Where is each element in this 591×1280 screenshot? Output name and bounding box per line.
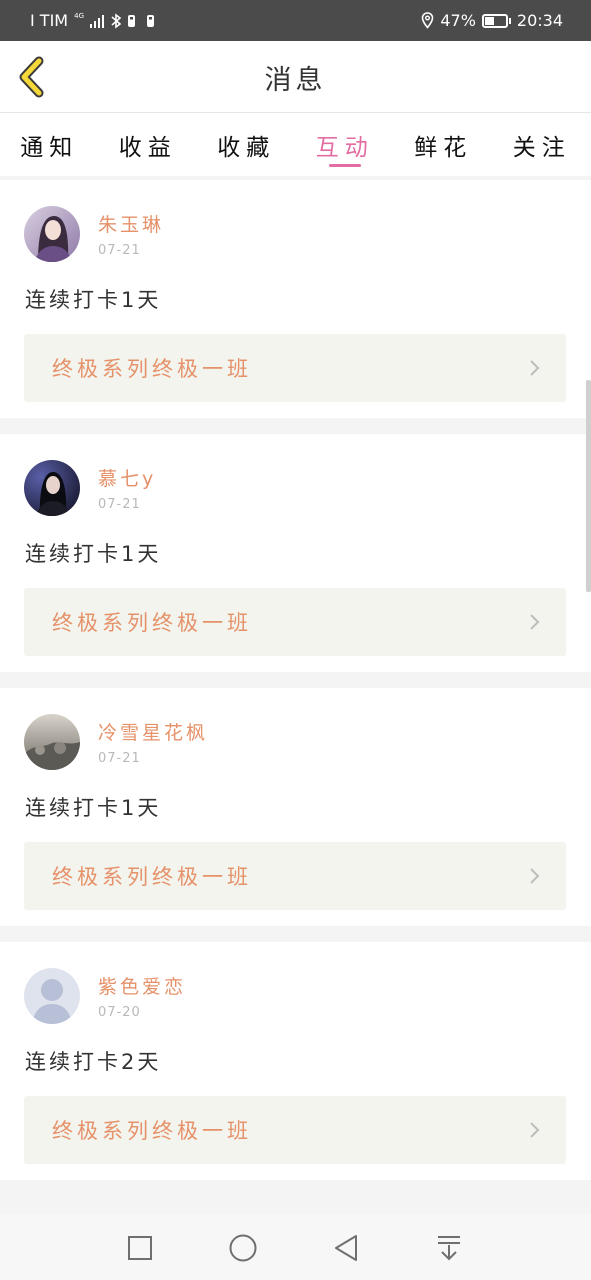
username[interactable]: 慕七y [98, 464, 156, 491]
tab-label: 通知 [20, 134, 79, 161]
status-bar: I TIM 4G 47% 20:34 [0, 0, 591, 41]
notification-pulldown-button[interactable] [427, 1226, 471, 1270]
battery-percent: 47% [440, 11, 476, 30]
tab-notifications[interactable]: 通知 [0, 113, 99, 176]
user-avatar[interactable] [24, 714, 80, 770]
class-link-label: 终极系列终极一班 [52, 357, 252, 381]
clock: 20:34 [516, 11, 563, 30]
chevron-right-icon [530, 360, 540, 376]
bluetooth-icon [111, 12, 122, 29]
chevron-right-icon [530, 614, 540, 630]
user-avatar[interactable] [24, 206, 80, 262]
notification-pulldown-icon [438, 1236, 460, 1261]
recent-apps-button[interactable] [118, 1226, 162, 1270]
message-text: 连续打卡2天 [25, 1050, 162, 1074]
class-link-label: 终极系列终极一班 [52, 865, 252, 889]
tab-label: 关注 [512, 134, 571, 161]
feed-card: 冷雪星花枫 07-21 连续打卡1天 终极系列终极一班 [0, 688, 591, 926]
home-icon [229, 1234, 257, 1262]
status-bar-right: 47% 20:34 [421, 11, 563, 30]
battery-level-fill [484, 16, 495, 25]
user-photo-avatar [24, 206, 80, 262]
tab-following[interactable]: 关注 [493, 113, 591, 176]
battery-icon [481, 13, 511, 28]
app-header: 消息 [0, 41, 591, 113]
tab-label: 鲜花 [414, 134, 473, 161]
system-nav-bar [0, 1214, 591, 1280]
class-link-label: 终极系列终极一班 [52, 611, 252, 635]
class-link-label: 终极系列终极一班 [52, 1119, 252, 1143]
tab-label: 收藏 [217, 134, 276, 161]
user-avatar[interactable] [24, 968, 80, 1024]
message-text: 连续打卡1天 [25, 542, 162, 566]
post-date: 07-20 [98, 1005, 141, 1020]
default-user-avatar [24, 968, 80, 1024]
chevron-right-icon [530, 868, 540, 884]
location-icon [422, 12, 434, 29]
carrier-name: I TIM [30, 11, 69, 30]
vibrate-icon [128, 14, 135, 27]
status-bar-left: I TIM 4G [30, 11, 154, 30]
back-nav-button[interactable] [324, 1226, 368, 1270]
network-type: 4G [74, 12, 84, 20]
page-title: 消息 [264, 64, 327, 96]
tab-flowers[interactable]: 鲜花 [394, 113, 493, 176]
message-text: 连续打卡1天 [25, 796, 162, 820]
tab-earnings[interactable]: 收益 [99, 113, 198, 176]
username[interactable]: 朱玉琳 [98, 210, 164, 237]
class-link[interactable]: 终极系列终极一班 [24, 588, 566, 656]
user-photo-avatar [24, 460, 80, 516]
user-photo-avatar [24, 714, 80, 770]
feed-card: 紫色爱恋 07-20 连续打卡2天 终极系列终极一班 [0, 942, 591, 1180]
battery-saver-icon [147, 14, 154, 27]
active-tab-indicator [328, 164, 361, 167]
tab-label: 收益 [118, 134, 177, 161]
recent-apps-icon [128, 1236, 152, 1260]
username[interactable]: 冷雪星花枫 [98, 718, 208, 745]
tab-interactions[interactable]: 互动 [296, 113, 395, 176]
message-text: 连续打卡1天 [25, 288, 162, 312]
post-date: 07-21 [98, 497, 141, 512]
user-avatar[interactable] [24, 460, 80, 516]
tab-bar: 通知 收益 收藏 互动 鲜花 关注 [0, 113, 591, 176]
post-date: 07-21 [98, 243, 141, 258]
back-icon [335, 1235, 357, 1261]
feed-card: 慕七y 07-21 连续打卡1天 终极系列终极一班 [0, 434, 591, 672]
home-button[interactable] [221, 1226, 265, 1270]
class-link[interactable]: 终极系列终极一班 [24, 842, 566, 910]
post-date: 07-21 [98, 751, 141, 766]
tab-label: 互动 [315, 134, 374, 161]
tab-favorites[interactable]: 收藏 [197, 113, 296, 176]
signal-icon [90, 14, 104, 28]
class-link[interactable]: 终极系列终极一班 [24, 1096, 566, 1164]
scrollbar[interactable] [586, 380, 591, 592]
chevron-right-icon [530, 1122, 540, 1138]
feed-card: 朱玉琳 07-21 连续打卡1天 终极系列终极一班 [0, 180, 591, 418]
username[interactable]: 紫色爱恋 [98, 972, 186, 999]
class-link[interactable]: 终极系列终极一班 [24, 334, 566, 402]
interaction-feed: 朱玉琳 07-21 连续打卡1天 终极系列终极一班 慕七y 07-21 连续打卡… [0, 180, 591, 1196]
